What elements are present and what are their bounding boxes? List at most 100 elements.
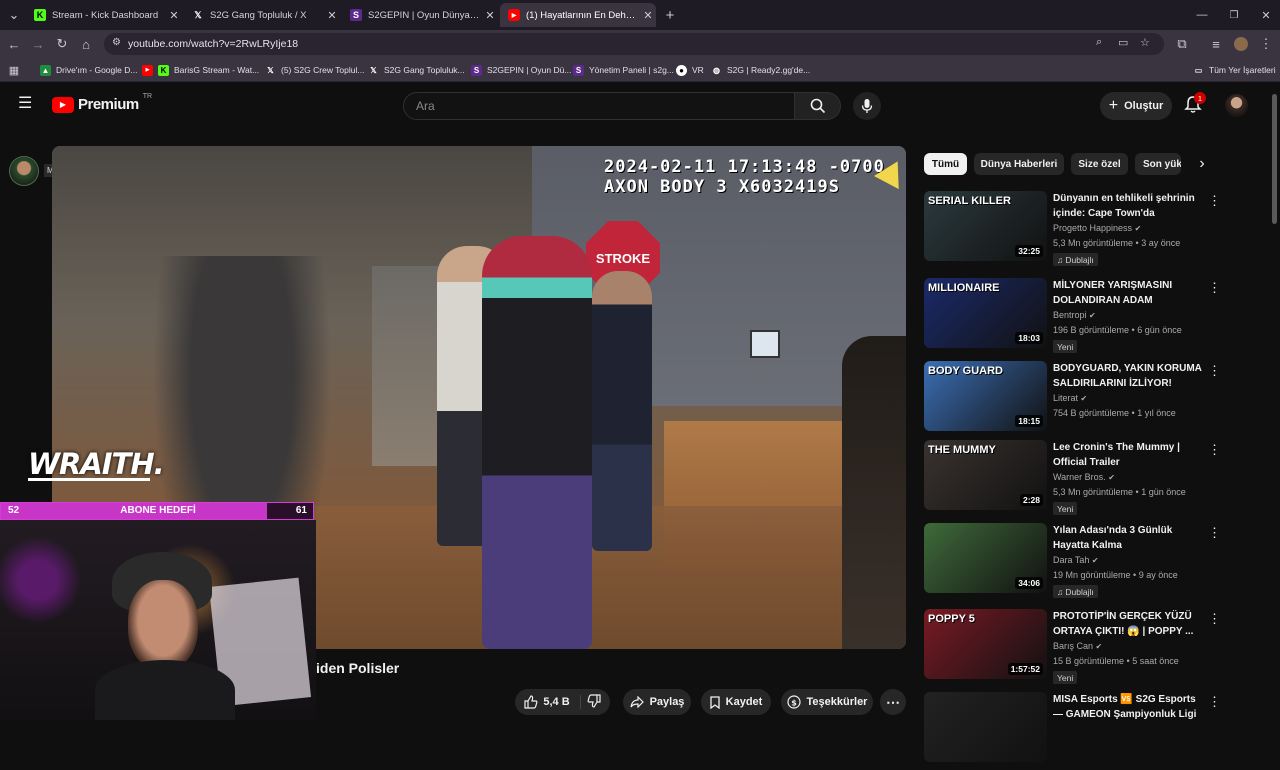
tab-kick-dashboard[interactable]: K Stream - Kick Dashboard ✕ (26, 3, 182, 27)
more-actions-button[interactable]: ⋯ (880, 689, 906, 715)
more-options-icon[interactable]: ⋮ (1208, 525, 1221, 541)
bookmark-s2gepin[interactable]: S S2GEPIN | Oyun Dü... (471, 63, 571, 77)
video-thumbnail[interactable] (924, 692, 1047, 762)
reading-list-icon[interactable]: ≡ (1206, 34, 1226, 54)
cast-icon[interactable]: ▭ (1118, 36, 1128, 49)
video-thumbnail[interactable]: POPPY 5 1:57:52 (924, 609, 1047, 679)
recommendation-title[interactable]: Lee Cronin's The Mummy | Official Traile… (1053, 440, 1203, 470)
restore-icon[interactable]: ❐ (1224, 5, 1244, 25)
recommendation-item[interactable]: MISA Esports 🆚 S2G Esports — GAMEON Şamp… (924, 692, 1224, 770)
bookmark-s2g-crew[interactable]: 𝕏 (5) S2G Crew Toplul... (265, 63, 364, 77)
more-menu-icon[interactable]: ⋮ (1256, 34, 1276, 54)
tab-x-topluluk[interactable]: 𝕏 S2G Gang Topluluk / X ✕ (184, 3, 340, 27)
recommendation-item[interactable]: MILLIONAIRE 18:03 MİLYONER YARIŞMASINI DOL… (924, 278, 1224, 356)
close-icon[interactable]: ✕ (640, 9, 656, 22)
recommendation-title[interactable]: Dünyanın en tehlikeli şehrinin içinde: C… (1053, 191, 1203, 222)
recommendation-title[interactable]: MISA Esports 🆚 S2G Esports — GAMEON Şamp… (1053, 692, 1203, 723)
like-button[interactable]: 5,4 B (524, 695, 581, 709)
youtube-premium-logo[interactable]: ▶ Premium TR (52, 93, 152, 113)
back-icon[interactable]: ← (4, 34, 24, 54)
bookmark-star-icon[interactable]: ☆ (1140, 36, 1150, 49)
channel-name[interactable]: Barış Can ✔ (1053, 641, 1102, 651)
scrollbar-thumb[interactable] (1272, 94, 1277, 224)
notifications-button[interactable]: 1 (1184, 92, 1206, 115)
save-label: Kaydet (725, 696, 763, 708)
all-bookmarks-folder[interactable]: ▭ Tüm Yer İşaretleri (1193, 63, 1276, 77)
recommendation-title[interactable]: PROTOTİP'İN GERÇEK YÜZÜ ORTAYA ÇIKTI! 😱 … (1053, 609, 1203, 639)
channel-name[interactable]: Progetto Happiness ✔ (1053, 223, 1141, 233)
globe-icon: ◍ (713, 65, 720, 75)
reload-icon[interactable]: ↻ (52, 34, 72, 54)
bookmark-yonetim[interactable]: S Yönetim Paneli | s2g... (573, 63, 674, 77)
video-title: iden Polisler (316, 660, 400, 676)
video-person-right (842, 336, 906, 649)
dislike-button[interactable] (587, 693, 601, 711)
bookmark-drive[interactable]: ▲ Drive'ım - Google D... (40, 63, 137, 77)
zoom-icon[interactable]: ⌕ (1096, 36, 1102, 49)
microphone-icon (861, 99, 873, 113)
search-input[interactable]: Ara (403, 92, 795, 120)
bookmark-vr[interactable]: ● VR (676, 63, 704, 77)
chip-all[interactable]: Tümü (924, 153, 967, 175)
video-thumbnail[interactable]: SERIAL KILLER 32:25 (924, 191, 1047, 261)
tab-title: Stream - Kick Dashboard (52, 9, 159, 21)
forward-icon[interactable]: → (28, 34, 48, 54)
more-options-icon[interactable]: ⋮ (1208, 442, 1221, 458)
page-scrollbar[interactable] (1271, 86, 1278, 720)
more-options-icon[interactable]: ⋮ (1208, 193, 1221, 209)
chip-for-you[interactable]: Size özel (1071, 153, 1128, 175)
recommendation-title[interactable]: Yılan Adası'nda 3 Günlük Hayatta Kalma (1053, 523, 1203, 553)
tab-youtube-active[interactable]: ▶ (1) Hayatlarının En Dehşet Verici ✕ (500, 3, 656, 27)
recommendation-item[interactable]: THE MUMMY 2:28 Lee Cronin's The Mummy | Of… (924, 440, 1224, 518)
bookmark-barisg-stream[interactable]: ▶ K BarisG Stream - Wat... (142, 63, 259, 77)
account-avatar[interactable] (1225, 94, 1248, 117)
recommendation-title[interactable]: BODYGUARD, YAKIN KORUMA SALDIRILARINI İZ… (1053, 361, 1203, 391)
thumbnail-caption: MILLIONAIRE (928, 282, 1000, 294)
apps-grid-icon[interactable]: ▦ (4, 60, 24, 80)
video-thumbnail[interactable]: THE MUMMY 2:28 (924, 440, 1047, 510)
recommendation-item[interactable]: 34:06 Yılan Adası'nda 3 Günlük Hayatta Ka… (924, 523, 1224, 601)
video-thumbnail[interactable]: MILLIONAIRE 18:03 (924, 278, 1047, 348)
tab-search-icon[interactable]: ⌄ (4, 5, 24, 25)
channel-name[interactable]: Dara Tah ✔ (1053, 555, 1099, 565)
more-options-icon[interactable]: ⋮ (1208, 280, 1221, 296)
more-options-icon[interactable]: ⋮ (1208, 363, 1221, 379)
bookmark-s2g-gang[interactable]: 𝕏 S2G Gang Topluluk... (368, 63, 464, 77)
thanks-button[interactable]: $ Teşekkürler (781, 689, 873, 715)
channel-name[interactable]: Warner Bros. ✔ (1053, 472, 1115, 482)
bookmark-ready2gg[interactable]: ◍ S2G | Ready2.gg'de... (711, 63, 810, 77)
close-icon[interactable]: ✕ (166, 9, 182, 22)
chip-recent[interactable]: Son yükl (1135, 153, 1181, 175)
new-tab-icon[interactable]: + (660, 5, 680, 25)
video-thumbnail[interactable]: BODY GUARD 18:15 (924, 361, 1047, 431)
recommendation-item[interactable]: POPPY 5 1:57:52 PROTOTİP'İN GERÇEK YÜZÜ OR… (924, 609, 1224, 687)
channel-name[interactable]: Literat ✔ (1053, 393, 1087, 403)
url-field[interactable]: ⚙ youtube.com/watch?v=2RwLRyIje18 ⌕ ▭ ☆ (104, 33, 1164, 55)
search-button[interactable] (795, 92, 841, 120)
bodycam-timestamp: 2024-02-11 17:13:48 -0700 (604, 157, 885, 177)
profile-avatar[interactable] (1234, 37, 1248, 51)
extensions-icon[interactable]: ⧉ (1172, 34, 1192, 54)
channel-name[interactable]: Bentropi ✔ (1053, 310, 1096, 320)
hamburger-menu-icon[interactable]: ☰ (18, 96, 34, 112)
minimize-icon[interactable]: — (1192, 5, 1212, 25)
close-window-icon[interactable]: ✕ (1256, 5, 1276, 25)
verified-icon: ✔ (1095, 642, 1103, 651)
recommendation-item[interactable]: BODY GUARD 18:15 BODYGUARD, YAKIN KORUMA S… (924, 361, 1224, 439)
share-button[interactable]: Paylaş (623, 689, 691, 715)
home-icon[interactable]: ⌂ (76, 34, 96, 54)
recommendation-item[interactable]: SERIAL KILLER 32:25 Dünyanın en tehlikeli … (924, 191, 1224, 269)
site-info-icon[interactable]: ⚙ (112, 37, 121, 48)
recommendation-title[interactable]: MİLYONER YARIŞMASINI DOLANDIRAN ADAM (1053, 278, 1203, 308)
video-thumbnail[interactable]: 34:06 (924, 523, 1047, 593)
chip-world-news[interactable]: Dünya Haberleri (974, 153, 1064, 175)
voice-search-button[interactable] (853, 92, 881, 120)
create-button[interactable]: + Oluştur (1100, 92, 1172, 120)
more-options-icon[interactable]: ⋮ (1208, 694, 1221, 710)
close-icon[interactable]: ✕ (324, 9, 340, 22)
tab-s2gepin[interactable]: S S2GEPIN | Oyun Dünyasının Yer ✕ (342, 3, 498, 27)
save-button[interactable]: Kaydet (701, 689, 771, 715)
close-icon[interactable]: ✕ (482, 9, 498, 22)
more-options-icon[interactable]: ⋮ (1208, 611, 1221, 627)
chevron-right-icon[interactable]: › (1192, 153, 1212, 175)
